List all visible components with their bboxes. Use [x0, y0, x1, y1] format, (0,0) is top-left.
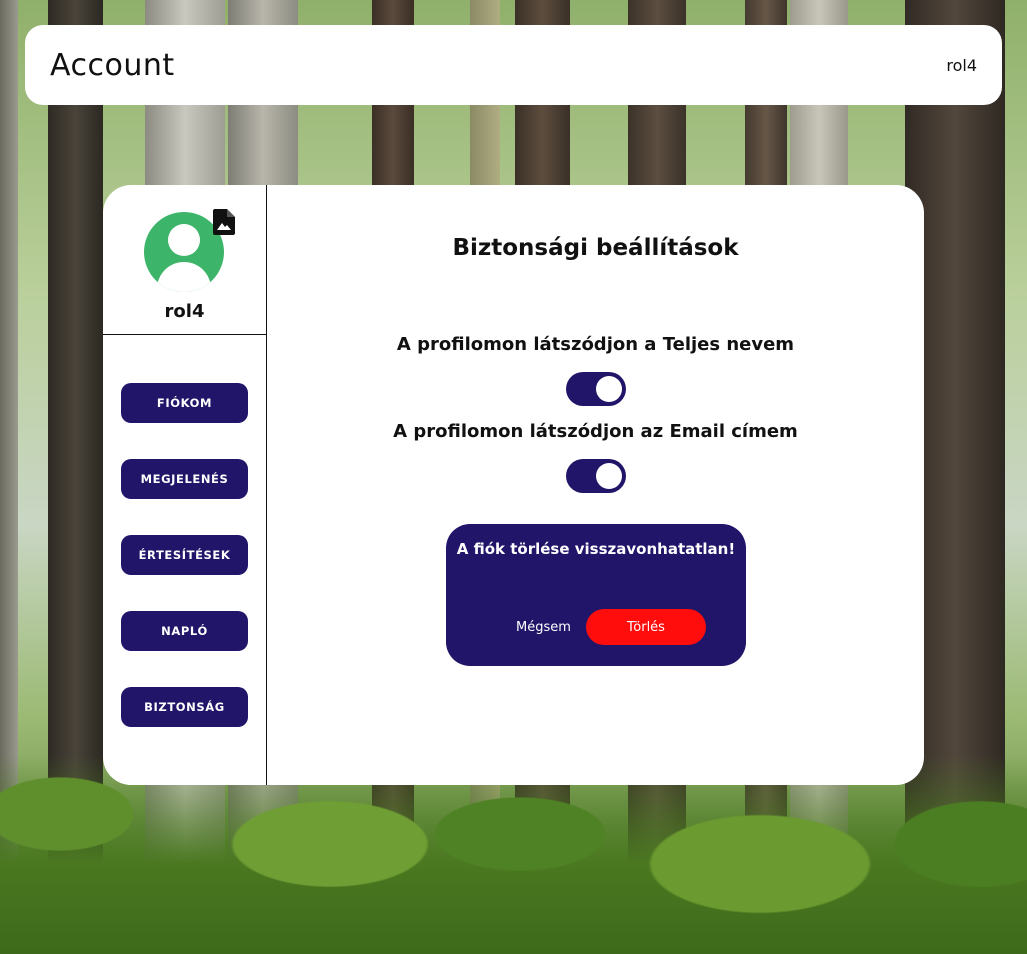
sidebar-menu: FIÓKOM MEGJELENÉS ÉRTESÍTÉSEK NAPLÓ BIZT…: [103, 335, 266, 763]
sidebar-item-ertesitesek[interactable]: ÉRTESÍTÉSEK: [121, 535, 248, 575]
setting-label-full-name: A profilomon látszódjon a Teljes nevem: [396, 334, 795, 355]
sidebar-item-biztonsag[interactable]: BIZTONSÁG: [121, 687, 248, 727]
section-title: Biztonsági beállítások: [452, 235, 739, 261]
sidebar: rol4 FIÓKOM MEGJELENÉS ÉRTESÍTÉSEK NAPLÓ…: [103, 185, 267, 785]
main-content: Biztonsági beállítások A profilomon láts…: [267, 185, 924, 785]
user-avatar-icon[interactable]: [144, 212, 224, 292]
page-title: Account: [50, 47, 175, 83]
setting-label-email: A profilomon látszódjon az Email címem: [393, 421, 798, 442]
top-bar: Account rol4: [25, 25, 1002, 105]
delete-warning-message: A fiók törlése visszavonhatatlan!: [456, 540, 736, 558]
settings-card: rol4 FIÓKOM MEGJELENÉS ÉRTESÍTÉSEK NAPLÓ…: [103, 185, 924, 785]
cancel-button[interactable]: Mégsem: [516, 620, 571, 635]
sidebar-item-naplo[interactable]: NAPLÓ: [121, 611, 248, 651]
profile-username: rol4: [164, 301, 205, 322]
toggle-show-full-name[interactable]: [566, 372, 626, 406]
header-username[interactable]: rol4: [946, 56, 977, 75]
profile-section: rol4: [103, 185, 266, 335]
delete-account-dialog: A fiók törlése visszavonhatatlan! Mégsem…: [446, 524, 746, 666]
sidebar-item-fiokom[interactable]: FIÓKOM: [121, 383, 248, 423]
toggle-show-email[interactable]: [566, 459, 626, 493]
delete-account-button[interactable]: Törlés: [586, 609, 706, 645]
sidebar-item-megjelenes[interactable]: MEGJELENÉS: [121, 459, 248, 499]
image-file-icon[interactable]: [213, 209, 235, 235]
